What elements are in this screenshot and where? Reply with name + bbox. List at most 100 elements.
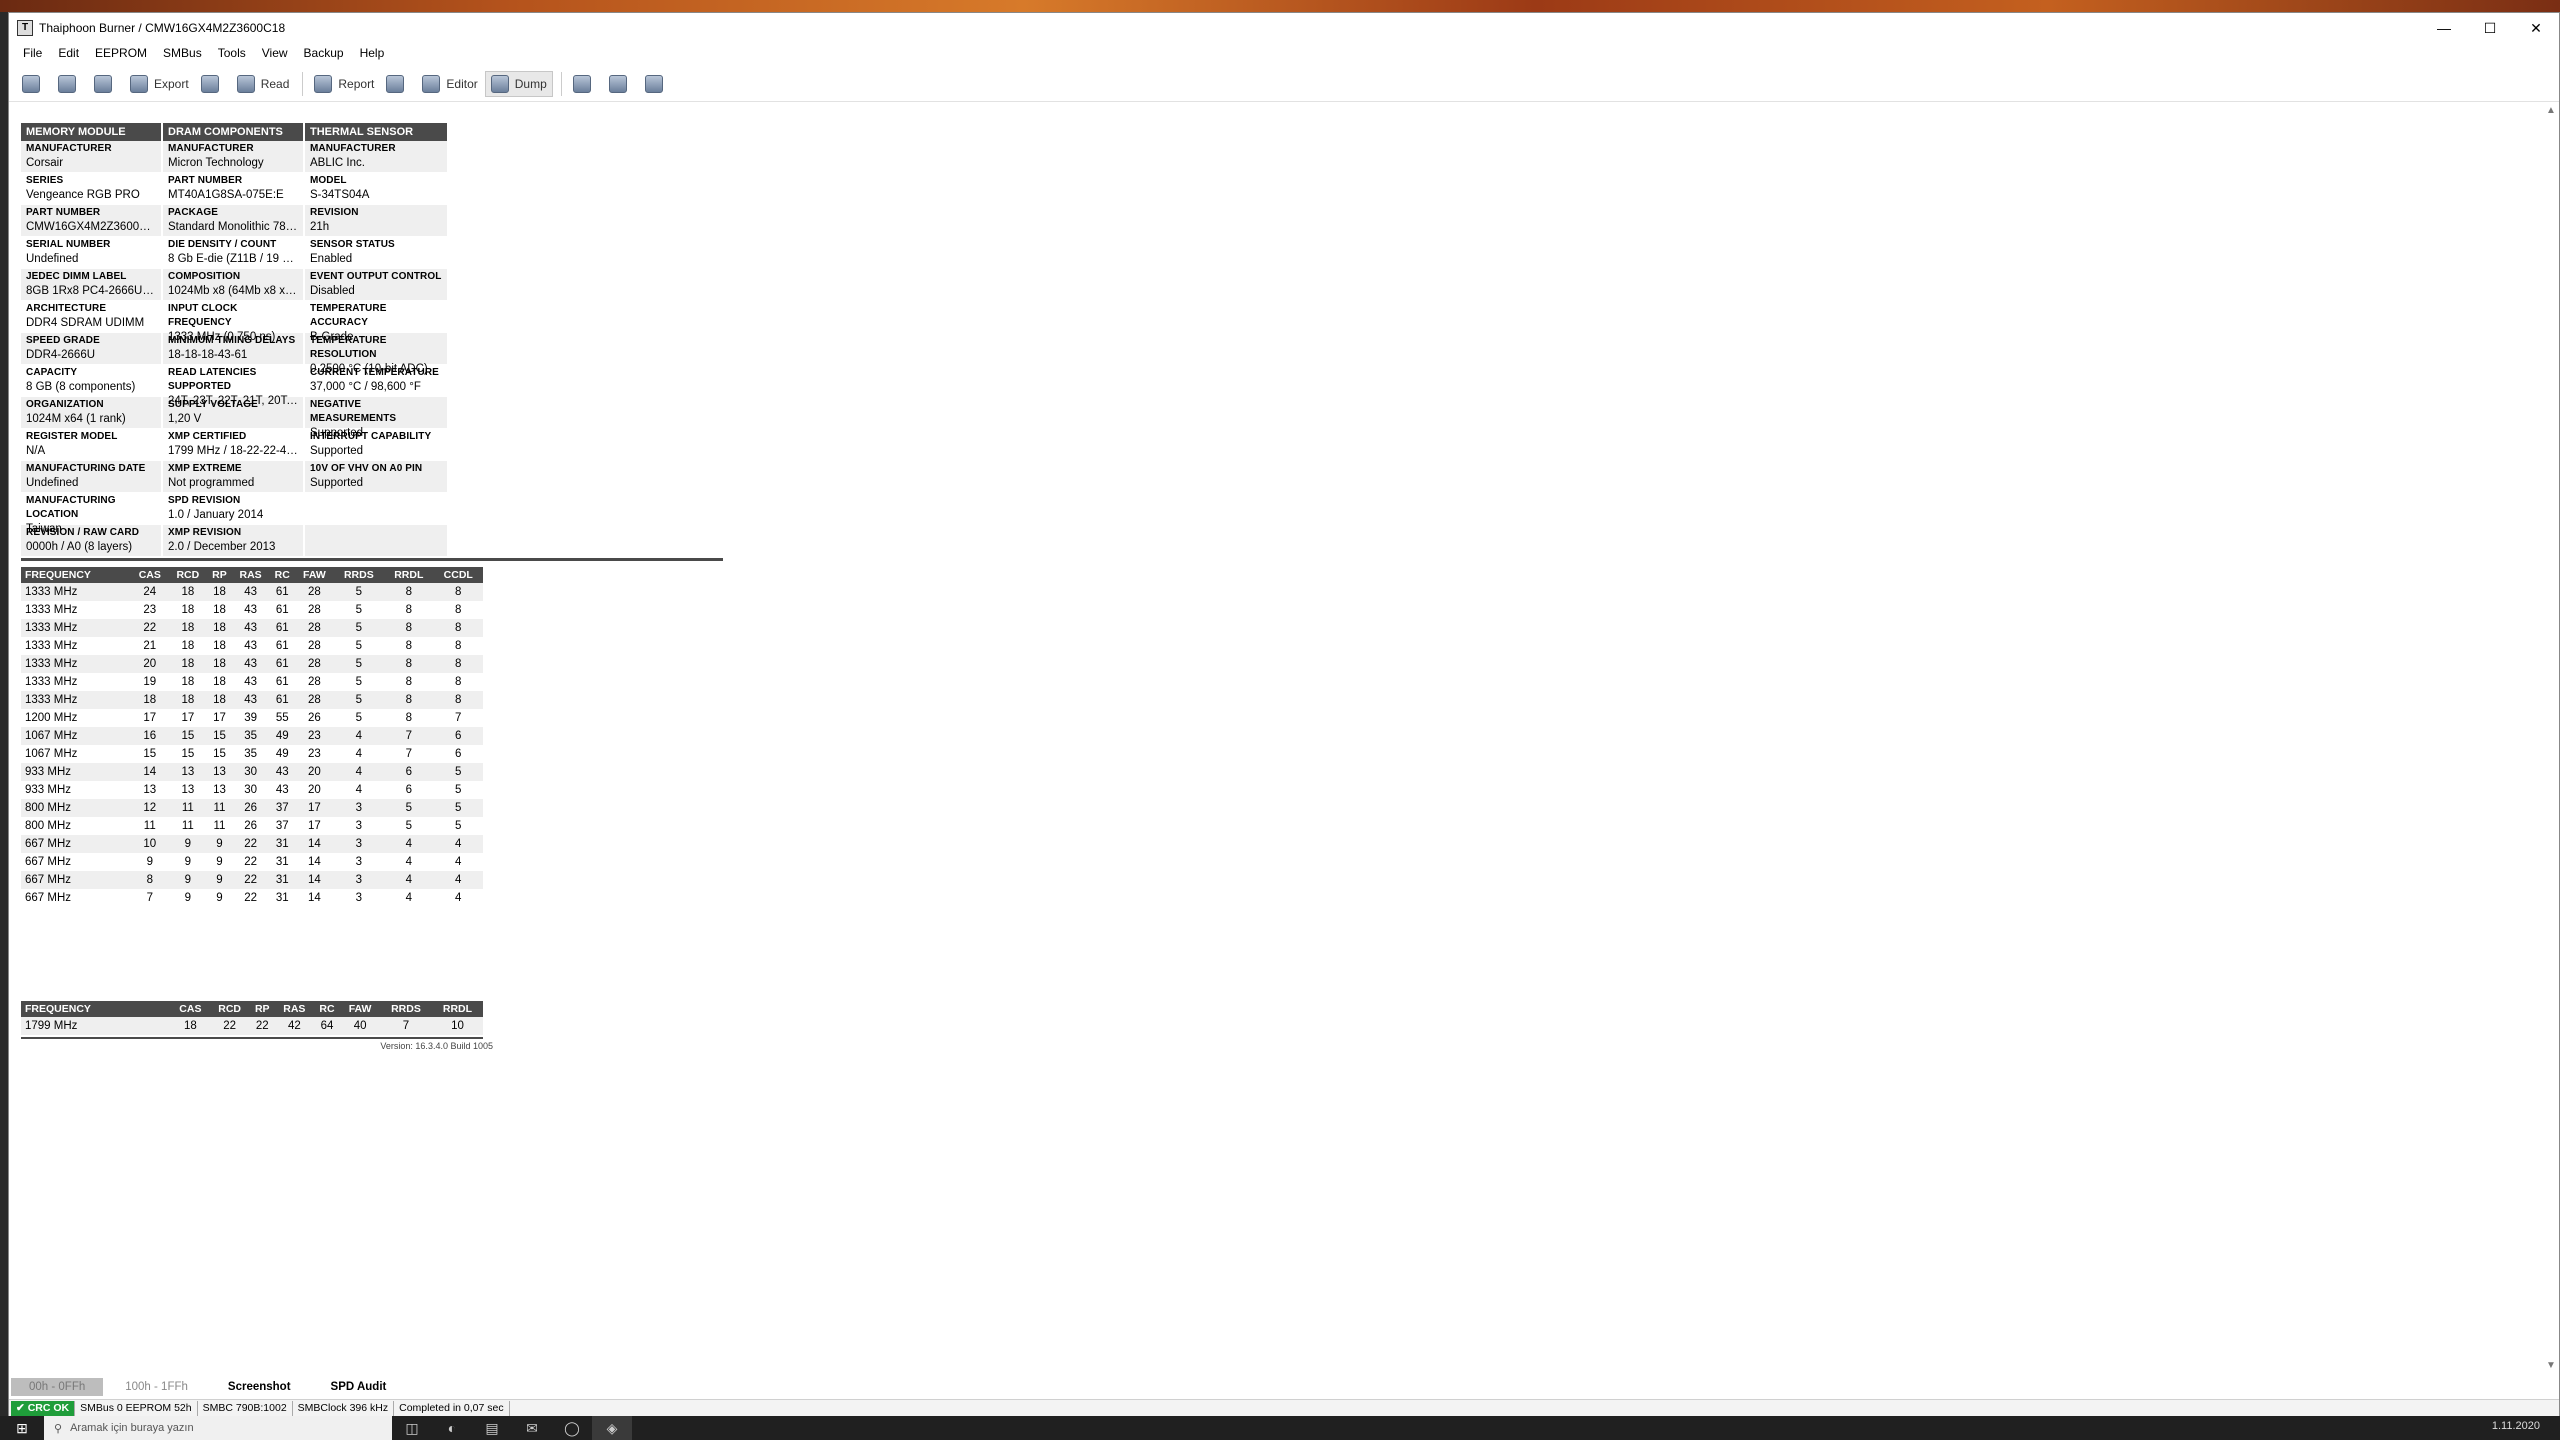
table-cell: 28	[295, 655, 334, 673]
table-cell: 5	[333, 655, 385, 673]
table-cell: 28	[307, 640, 321, 652]
section-divider	[21, 558, 723, 561]
table-cell: 22	[244, 856, 257, 868]
table-cell: 43	[231, 583, 270, 601]
table-cell: 21	[143, 640, 157, 652]
thaiphoon-taskbar-icon[interactable]: ◈	[592, 1416, 632, 1440]
table-row: 1333 MHz 23 18 18 43 61 28 5 8 8	[21, 601, 483, 619]
table-cell: 31	[269, 871, 296, 889]
start-button[interactable]: ⊞	[0, 1416, 44, 1440]
mail-icon[interactable]: ✉	[512, 1416, 552, 1440]
table-cell: 9	[184, 856, 192, 868]
tab-100h-1ffh[interactable]: 100h - 1FFh	[107, 1378, 206, 1396]
opera-icon[interactable]: ◯	[552, 1416, 592, 1440]
module-button[interactable]	[640, 71, 674, 97]
table-row: 1333 MHz 18 18 18 43 61 28 5 8 8	[21, 691, 483, 709]
menu-backup[interactable]: Backup	[296, 46, 352, 60]
info-label: SPD REVISION	[168, 495, 241, 506]
menu-edit[interactable]: Edit	[50, 46, 87, 60]
table-cell: 19	[143, 676, 157, 688]
task-view-icon[interactable]: ◫	[392, 1416, 432, 1440]
table-cell: 43	[269, 763, 296, 781]
table-cell: 4	[405, 892, 412, 904]
save-button[interactable]	[89, 71, 123, 97]
report-button[interactable]: Report	[309, 71, 379, 97]
table-cell: 28	[307, 676, 321, 688]
lock-button[interactable]	[196, 71, 230, 97]
table-cell: 64	[313, 1017, 341, 1035]
menu-help[interactable]: Help	[352, 46, 393, 60]
info-cell: CURRENT TEMPERATURE 37,000 °C / 98,600 °F	[305, 365, 447, 397]
desktop-wallpaper-strip	[0, 0, 2560, 12]
table-cell: 9	[216, 892, 223, 904]
connect-button[interactable]	[17, 71, 51, 97]
table-cell: 8	[384, 691, 434, 709]
copy-button[interactable]	[604, 71, 638, 97]
tools-button[interactable]	[381, 71, 415, 97]
table-cell: 18	[171, 1017, 210, 1035]
dump-button[interactable]: Dump	[484, 70, 553, 97]
info-label: MINIMUM TIMING DELAYS	[168, 335, 296, 346]
column-header: RRDL	[384, 567, 434, 583]
title-bar[interactable]: T Thaiphoon Burner / CMW16GX4M2Z3600C18 …	[9, 13, 2559, 43]
table-row: 1333 MHz 21 18 18 43 61 28 5 8 8	[21, 637, 483, 655]
table-cell: 18	[207, 691, 232, 709]
table-row: 1333 MHz 22 18 18 43 61 28 5 8 8	[21, 619, 483, 637]
info-label: INTERRUPT CAPABILITY	[310, 431, 432, 442]
column-header: RRDS	[333, 567, 385, 583]
read-button[interactable]: Read	[232, 71, 295, 97]
table-cell: 13	[168, 763, 208, 781]
menu-file[interactable]: File	[15, 46, 50, 60]
info-value: 37,000 °C / 98,600 °F	[310, 381, 421, 393]
menu-eeprom[interactable]: EEPROM	[87, 46, 155, 60]
vertical-scrollbar[interactable]: ▲ ▼	[2543, 103, 2559, 1373]
table-cell: 7	[455, 712, 462, 724]
open-button[interactable]	[53, 71, 87, 97]
table-cell: 5	[333, 691, 385, 709]
taskbar-search-input[interactable]: ⚲ Aramak için buraya yazın	[44, 1416, 392, 1440]
table-cell: 5	[455, 784, 462, 796]
table-cell: 667 MHz	[25, 892, 72, 904]
table-cell: 8	[405, 676, 412, 688]
edge-icon[interactable]: ◐	[432, 1416, 472, 1440]
section-divider	[21, 1037, 483, 1039]
close-button[interactable]: ✕	[2513, 13, 2559, 43]
tab-00h-0ffh[interactable]: 00h - 0FFh	[11, 1378, 104, 1396]
menu-view[interactable]: View	[254, 46, 296, 60]
info-cell: MANUFACTURING LOCATION Taiwan	[21, 493, 161, 535]
info-value: Vengeance RGB PRO	[26, 189, 140, 201]
scroll-up-icon[interactable]: ▲	[2546, 105, 2556, 116]
info-cell: NEGATIVE MEASUREMENTS Supported	[305, 397, 447, 439]
screenshot-button[interactable]	[568, 71, 602, 97]
export-button[interactable]: Export	[125, 71, 194, 97]
tab-screenshot[interactable]: Screenshot	[210, 1378, 309, 1396]
info-value: CMW16GX4M2Z3600C18	[26, 221, 156, 233]
tab-spd-audit[interactable]: SPD Audit	[313, 1378, 405, 1396]
toolbar-separator	[560, 71, 562, 96]
menu-tools[interactable]: Tools	[210, 46, 254, 60]
info-cell: MANUFACTURER Micron Technology	[163, 141, 303, 173]
toolbar-separator	[302, 71, 304, 96]
column-header: FREQUENCY	[21, 1001, 171, 1017]
scroll-down-icon[interactable]: ▼	[2546, 1360, 2556, 1371]
table-cell: 8	[433, 655, 483, 673]
minimize-button[interactable]: —	[2421, 13, 2467, 43]
table-cell: 9	[216, 856, 223, 868]
report-icon	[314, 74, 333, 93]
editor-icon	[422, 74, 441, 93]
window-controls: — ☐ ✕	[2421, 13, 2559, 43]
table-header-row: FREQUENCY CAS RCD RP RAS RC FAW RRDS RRDL	[21, 1001, 483, 1017]
file-explorer-icon[interactable]: ▤	[472, 1416, 512, 1440]
column-header: DRAM COMPONENTS	[163, 123, 303, 141]
info-label: INPUT CLOCK FREQUENCY	[168, 303, 238, 328]
info-cell	[305, 525, 447, 557]
menu-bar: File Edit EEPROM SMBus Tools View Backup…	[9, 43, 392, 63]
table-cell: 8	[405, 712, 412, 724]
info-cell: PART NUMBER CMW16GX4M2Z3600C18	[21, 205, 161, 237]
menu-smbus[interactable]: SMBus	[155, 46, 210, 60]
table-cell: 14	[295, 871, 334, 889]
info-cell: CAPACITY 8 GB (8 components)	[21, 365, 161, 397]
editor-button[interactable]: Editor	[417, 71, 482, 97]
maximize-button[interactable]: ☐	[2467, 13, 2513, 43]
read-label: Read	[260, 76, 290, 91]
